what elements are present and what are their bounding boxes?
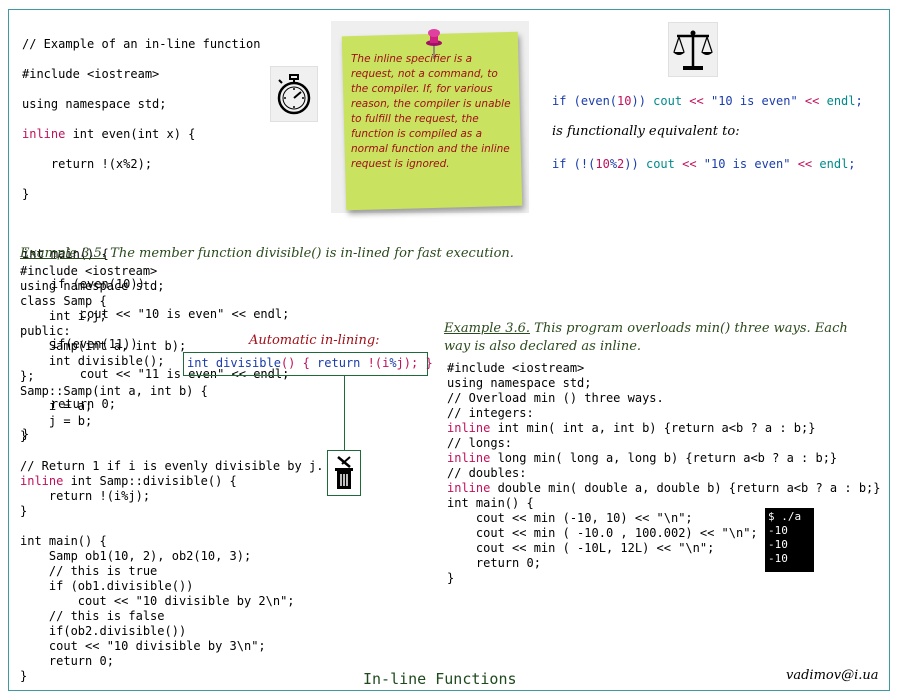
code-line: inline long min( long a, long b) {return… [447,451,881,466]
code-endl: endl [826,94,856,108]
connector-line [344,376,345,450]
code-string: "10 is even" [703,157,791,171]
example-3-6-caption: Example 3.6. This program overloads min(… [444,320,864,356]
code-block-samp: #include <iostream> using namespace std;… [20,264,323,684]
code-op: << [674,157,704,171]
footer-title: In-line Functions [363,670,517,688]
code-cout: cout [653,94,683,108]
example-3-5-caption: Example 3.5. The member function divisib… [20,246,514,261]
code-divisible-body: return !(i%j); } [20,489,151,518]
code-line: } [22,187,30,201]
auto-inline-label: Automatic in-lining: [249,333,380,348]
code-number: 10 [617,94,632,108]
code-op: << [797,94,827,108]
code-op: << [790,157,820,171]
equivalence-line-1: if (even(10)) cout << "10 is even" << en… [552,94,863,108]
code-text: ; [855,94,863,108]
code-comment: // Return 1 if i is evenly divisible by … [20,459,324,473]
code-text: int even(int x) { [65,127,196,141]
code-line: using namespace std; [22,97,167,111]
code-cout: cout [645,157,675,171]
terminal-output: $ ./a -10 -10 -10 [765,508,814,572]
code-text: )) [624,157,646,171]
code-op: % [609,157,618,171]
code-comment: // doubles: [447,466,527,480]
example-text: The member function divisible() is in-li… [106,246,514,261]
code-text: ; [848,157,856,171]
code-text: if (!( [552,157,596,171]
code-string: "10 is even" [710,94,798,108]
code-line: inline int Samp::divisible() { [20,474,323,489]
code-op: % [389,356,397,370]
code-text: int min( int a, int b) {return a<b ? a :… [490,421,816,435]
code-text: int Samp::divisible() { [63,474,237,488]
code-line: // Example of an in-line function [22,37,261,51]
code-op: << [682,94,711,108]
code-number: 10 [595,157,610,171]
code-line: #include <iostream> [22,67,160,81]
code-text: long min( long a, long b) {return a<b ? … [490,451,838,465]
code-text: () { [280,356,318,370]
code-text: if (even( [552,94,618,108]
code-main: int main() { Samp ob1(10, 2), ob2(10, 3)… [20,534,295,683]
code-text: j); } [396,356,433,370]
equivalence-text: is functionally equivalent to: [552,124,740,139]
code-line: inline int min( int a, int b) {return a<… [447,421,881,436]
code-keyword: return [317,356,361,370]
keyword-inline: inline [447,421,491,435]
balance-scale-icon [668,22,718,77]
code-header: #include <iostream> using namespace std;… [447,361,664,420]
equivalence-line-2: if (!(10%2)) cout << "10 is even" << end… [552,157,856,171]
code-block-min: #include <iostream> using namespace std;… [447,361,881,586]
keyword-inline: inline [447,481,491,495]
keyword-inline: inline [20,474,64,488]
code-text: double min( double a, double b) {return … [490,481,881,495]
code-main: int main() { cout << min (-10, 10) << "\… [447,496,758,585]
code-comment: // longs: [447,436,513,450]
example-label: Example 3.5. [20,246,107,261]
code-text: )) [631,94,654,108]
sticky-note-text: The inline specifier is a request, not a… [351,53,511,170]
code-text: !(i [360,356,390,370]
code-line: inline int even(int x) { [22,127,289,142]
auto-inline-box: int divisible() { return !(i%j); } [183,352,433,376]
stopwatch-icon [270,66,318,122]
example-label: Example 3.6. [444,321,531,336]
footer-email: vadimov@i.ua [786,668,879,683]
keyword-inline: inline [22,127,66,141]
keyword-inline: inline [447,451,491,465]
code-endl: endl [819,157,849,171]
code-line: return !(x%2); [22,157,153,171]
code-line: inline double min( double a, double b) {… [447,481,881,496]
code-text: int divisible [187,356,281,370]
trash-icon [327,450,361,496]
